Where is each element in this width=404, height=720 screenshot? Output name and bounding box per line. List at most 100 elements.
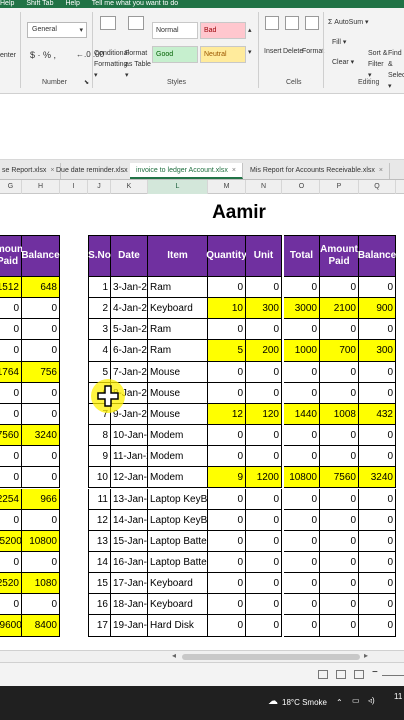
table-cell[interactable]: 3000 [284,298,320,320]
table-cell[interactable]: 0 [208,615,246,637]
table-cell[interactable]: 9 [208,467,246,489]
table-cell[interactable]: 0 [284,509,320,531]
table-cell[interactable]: 0 [0,340,22,362]
find-select-button[interactable]: Find & Select ▾ [388,48,404,92]
table-cell[interactable]: 3-Jan-22 [111,277,148,299]
table-cell[interactable]: 0 [359,425,396,447]
table-cell[interactable]: 0 [22,382,60,404]
table-cell[interactable]: Keyboard [148,573,208,595]
table-cell[interactable]: 0 [320,488,359,510]
table-cell[interactable]: 0 [22,509,60,531]
table-cell[interactable]: 10 [88,467,111,489]
table-cell[interactable]: 0 [0,298,22,320]
table-cell[interactable]: Ram [148,319,208,341]
column-header[interactable]: J [88,180,111,194]
table-cell[interactable]: 0 [246,509,282,531]
table-cell[interactable]: 0 [320,551,359,574]
column-header[interactable]: G [0,180,22,194]
table-cell[interactable]: 11 [88,488,111,510]
table-cell[interactable]: 12-Jan-22 [111,467,148,489]
table-cell[interactable]: 16 [88,594,111,616]
table-cell[interactable]: 2254 [0,488,22,510]
table-cell[interactable]: 0 [320,573,359,595]
table-cell[interactable]: 300 [359,340,396,362]
table-cell[interactable]: 432 [359,403,396,426]
table-cell[interactable]: 0 [246,382,282,404]
table-cell[interactable]: 0 [284,615,320,637]
network-icon[interactable]: ▭ [352,696,360,705]
table-cell[interactable]: Laptop Battery [148,530,208,552]
table-cell[interactable]: 15 [88,573,111,595]
table-cell[interactable]: 0 [208,488,246,510]
table-cell[interactable]: 0 [208,361,246,383]
table-cell[interactable]: Laptop KeyBad [148,488,208,510]
page-layout-icon[interactable] [336,670,346,679]
table-cell[interactable]: 3240 [22,425,60,447]
weather-text[interactable]: 18°C Smoke [282,698,327,707]
table-cell[interactable]: 8 [88,425,111,447]
table-cell[interactable]: 6-Jan-22 [111,340,148,362]
table-cell[interactable]: 0 [246,530,282,552]
table-cell[interactable]: Ram [148,277,208,299]
table-cell[interactable]: 9 [88,446,111,468]
table-cell[interactable]: 0 [246,573,282,595]
clock[interactable]: 11 [394,692,402,701]
table-cell[interactable]: 14 [88,551,111,574]
table-cell[interactable]: 3240 [359,467,396,489]
style-good[interactable]: Good [152,46,198,63]
table-cell[interactable]: 10800 [22,530,60,552]
table-cell[interactable]: 300 [246,298,282,320]
scroll-right-icon[interactable]: ▸ [364,651,368,660]
table-cell[interactable]: 0 [22,403,60,426]
column-header[interactable]: L [148,180,208,194]
conditional-formatting-icon[interactable] [100,16,116,30]
table-cell[interactable]: 0 [246,615,282,637]
table-cell[interactable]: 0 [0,509,22,531]
table-cell[interactable]: Keyboard [148,594,208,616]
tab-mis-report[interactable]: Mis Report for Accounts Receivable.xlsx × [244,163,390,179]
table-cell[interactable]: 0 [22,319,60,341]
table-cell[interactable]: 0 [359,530,396,552]
table-cell[interactable]: 700 [320,340,359,362]
tab-invoice-ledger[interactable]: invoice to ledger Account.xlsx × [130,163,243,179]
table-cell[interactable]: 13-Jan-22 [111,488,148,510]
table-cell[interactable]: 0 [284,488,320,510]
table-cell[interactable]: 900 [359,298,396,320]
table-cell[interactable]: 10800 [284,467,320,489]
currency-buttons[interactable]: $ · % , [30,50,56,60]
table-cell[interactable]: 0 [320,446,359,468]
table-cell[interactable]: 12 [88,509,111,531]
table-cell[interactable]: 0 [208,425,246,447]
table-cell[interactable]: 0 [359,382,396,404]
table-cell[interactable]: 17 [88,615,111,637]
table-cell[interactable]: 0 [208,382,246,404]
table-cell[interactable]: Laptop KeyBad [148,509,208,531]
table-cell[interactable]: 0 [0,551,22,574]
format-cells-icon[interactable] [305,16,319,30]
table-cell[interactable]: 0 [246,361,282,383]
table-cell[interactable]: 2520 [0,573,22,595]
table-cell[interactable]: 0 [320,530,359,552]
styles-scroll-up-icon[interactable]: ▴ [248,26,252,34]
column-header[interactable]: Q [359,180,396,194]
table-cell[interactable]: 0 [359,446,396,468]
table-cell[interactable]: 1764 [0,361,22,383]
normal-view-icon[interactable] [318,670,328,679]
table-cell[interactable]: Hard Disk [148,615,208,637]
scrollbar-thumb[interactable] [182,654,360,660]
fill-button[interactable]: Fill ▾ [332,38,346,46]
table-cell[interactable]: 0 [246,277,282,299]
autosum-button[interactable]: Σ AutoSum ▾ [328,18,369,26]
table-cell[interactable]: 0 [359,594,396,616]
conditional-formatting-button[interactable]: Conditional Formatting ▾ [94,48,129,81]
table-cell[interactable]: 0 [320,382,359,404]
table-cell[interactable]: 2 [88,298,111,320]
column-header[interactable]: M [208,180,246,194]
clear-button[interactable]: Clear ▾ [332,58,354,66]
titlebar-help[interactable]: Help [0,0,14,7]
delete-button[interactable]: Delete [283,48,303,55]
table-cell[interactable]: 0 [359,319,396,341]
zoom-slider[interactable] [382,675,404,676]
table-cell[interactable]: 0 [208,446,246,468]
table-cell[interactable]: 1200 [246,467,282,489]
